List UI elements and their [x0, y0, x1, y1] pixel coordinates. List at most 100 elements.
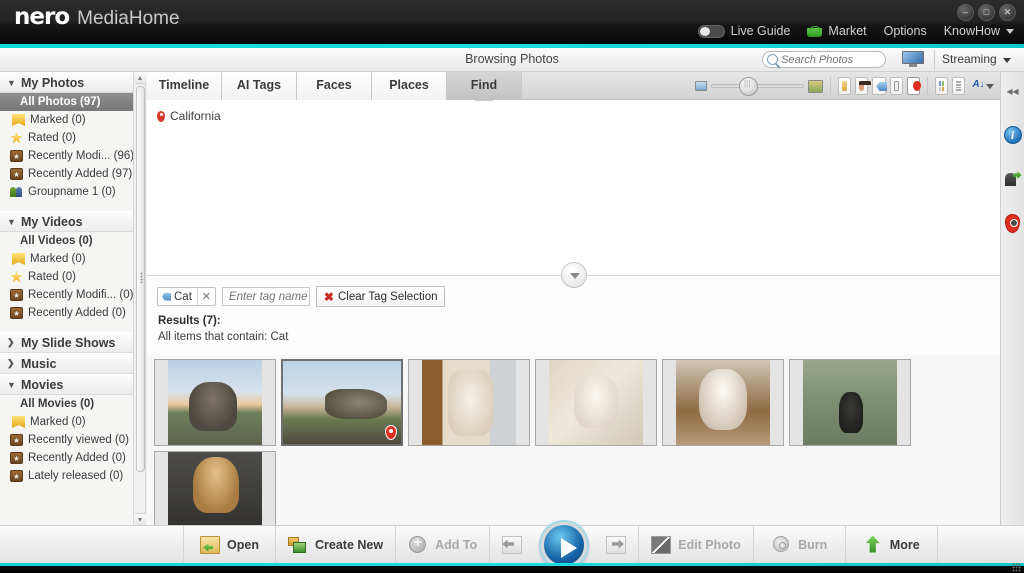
thumbnail-tabby-cat-on-wall[interactable] [154, 359, 276, 446]
search-input[interactable] [781, 53, 881, 66]
more-button[interactable]: More [844, 525, 937, 564]
sidebar-item-marked-0[interactable]: Marked (0) [0, 413, 133, 431]
clear-tag-selection-button[interactable]: ✖ Clear Tag Selection [315, 286, 446, 307]
create-new-icon [288, 536, 308, 554]
tab-places[interactable]: Places [372, 72, 447, 100]
geotag-filter-icon[interactable] [906, 77, 921, 95]
list-view-icon[interactable] [952, 77, 966, 95]
maximize-button[interactable]: □ [978, 4, 995, 21]
sidebar-group-music[interactable]: ❯ Music [0, 353, 133, 374]
sidebar-group-my-slide-shows[interactable]: ❯ My Slide Shows [0, 332, 133, 353]
share-person-icon[interactable] [1004, 170, 1022, 188]
toolbar-separator [927, 77, 928, 95]
place-marker-label[interactable]: California [157, 109, 221, 123]
play-button[interactable] [541, 521, 588, 568]
tag-name-input[interactable] [221, 287, 310, 306]
sidebar-item-all-videos-0[interactable]: All Videos (0) [0, 232, 133, 250]
sidebar-item-all-movies-0[interactable]: All Movies (0) [0, 395, 133, 413]
sidebar-scrollbar[interactable] [135, 72, 146, 525]
collapse-panel-icon[interactable]: ◂◂ [1004, 82, 1022, 100]
create-new-button[interactable]: Create New [275, 525, 395, 564]
sidebar-group-movies[interactable]: ▼ Movies [0, 374, 133, 395]
sidebar-item-marked-0[interactable]: Marked (0) [0, 111, 133, 129]
sidebar-item-recently-modi-96[interactable]: Recently Modi... (96) [0, 147, 133, 165]
sidebar-group-my-videos[interactable]: ▼ My Videos [0, 211, 133, 232]
thumbnail-subject [448, 370, 494, 437]
minimize-button[interactable]: – [957, 4, 974, 21]
slider-track[interactable] [711, 77, 805, 96]
resize-grip-icon[interactable] [1012, 563, 1021, 572]
large-thumbnail-icon[interactable] [808, 79, 824, 93]
thumbnail-grid[interactable] [147, 355, 1000, 538]
live-guide-label: Live Guide [730, 24, 791, 38]
slider-handle[interactable] [739, 77, 759, 96]
display-device-icon[interactable] [902, 51, 924, 67]
header-separator [934, 50, 935, 70]
sort-order-icon[interactable]: A↓ [969, 77, 984, 95]
market-button[interactable]: Market [807, 24, 867, 38]
burn-button[interactable]: Burn [752, 525, 845, 564]
next-icon[interactable] [604, 534, 628, 556]
small-thumbnail-icon[interactable] [695, 81, 708, 91]
geotag-pin-icon[interactable] [1005, 214, 1020, 233]
tab-timeline[interactable]: Timeline [147, 72, 222, 100]
info-icon[interactable]: i [1003, 126, 1022, 144]
chevron-down-icon[interactable] [986, 83, 994, 89]
close-button[interactable]: ✕ [999, 4, 1016, 21]
open-button[interactable]: Open [183, 525, 275, 564]
scrollbar-thumb[interactable] [136, 86, 145, 472]
thumbnail-size-slider[interactable] [695, 77, 824, 96]
tab-ai-tags[interactable]: AI Tags [222, 72, 297, 100]
live-guide-toggle[interactable]: Live Guide [697, 24, 791, 38]
sidebar-item-marked-0[interactable]: Marked (0) [0, 250, 133, 268]
details-filter-icon[interactable] [889, 77, 903, 95]
edit-photo-icon [651, 535, 672, 554]
knowhow-menu[interactable]: KnowHow [944, 24, 1014, 38]
previous-icon[interactable] [500, 534, 524, 556]
scroll-up-arrow-icon[interactable] [135, 72, 146, 84]
sidebar-item-groupname-1-0[interactable]: Groupname 1 (0) [0, 183, 133, 201]
thumbnail-siamese-kitten[interactable] [662, 359, 784, 446]
faces-filter-icon[interactable] [855, 77, 872, 95]
sidebar-item-rated-0[interactable]: Rated (0) [0, 129, 133, 147]
sidebar-item-lately-released-0[interactable]: Lately released (0) [0, 467, 133, 485]
thumbnail-image [549, 360, 643, 445]
folder-filter-icon[interactable] [837, 77, 852, 95]
places-map-pane[interactable]: California [147, 101, 1000, 288]
add-to-button[interactable]: Add To [395, 525, 489, 564]
sidebar-item-recently-viewed-0[interactable]: Recently viewed (0) [0, 431, 133, 449]
sidebar-item-recently-modifi-0[interactable]: Recently Modifi... (0) [0, 286, 133, 304]
recent-icon [10, 452, 23, 464]
remove-tag-icon[interactable]: ✕ [196, 288, 215, 305]
sidebar-item-label: Groupname 1 (0) [28, 186, 116, 198]
sidebar-item-recently-added-97[interactable]: Recently Added (97) [0, 165, 133, 183]
sidebar-item-rated-0[interactable]: Rated (0) [0, 268, 133, 286]
sidebar-item-all-photos-97[interactable]: All Photos (97) [0, 93, 133, 111]
sidebar-group-my-photos[interactable]: ▼ My Photos [0, 72, 133, 93]
collapse-map-pane-button[interactable] [560, 262, 587, 288]
tab-find[interactable]: Find [447, 72, 522, 109]
tag-chip-cat[interactable]: Cat ✕ [157, 287, 216, 306]
thumbnail-tabby-cat-walking[interactable] [281, 359, 403, 446]
streaming-menu[interactable]: Streaming [942, 52, 1012, 66]
options-button[interactable]: Options [884, 24, 927, 38]
tab-label: Timeline [158, 78, 210, 92]
grid-view-icon[interactable] [934, 77, 949, 95]
edit-photo-button[interactable]: Edit Photo [638, 525, 753, 564]
more-label: More [889, 537, 920, 552]
marked-icon [12, 416, 25, 428]
sidebar-item-label: All Movies (0) [20, 398, 95, 410]
tags-filter-icon[interactable] [872, 77, 888, 95]
sidebar-item-recently-added-0[interactable]: Recently Added (0) [0, 304, 133, 322]
thumbnail-fluffy-cat-in-box[interactable] [408, 359, 530, 446]
library-sidebar[interactable]: ▼ My Photos All Photos (97) Marked (0) Rated… [0, 72, 134, 525]
sidebar-item-recently-added-0[interactable]: Recently Added (0) [0, 449, 133, 467]
scroll-down-arrow-icon[interactable] [135, 513, 146, 525]
thumbnail-white-kitten-on-tile[interactable] [535, 359, 657, 446]
thumbnail-black-cat-on-grass[interactable] [789, 359, 911, 446]
toggle-switch-icon[interactable] [697, 24, 725, 38]
nero-mediahome-window: nero MediaHome – □ ✕ Live Guide Market O… [0, 0, 1024, 573]
tab-faces[interactable]: Faces [297, 72, 372, 100]
search-box[interactable] [762, 51, 886, 68]
marked-icon [12, 253, 25, 265]
